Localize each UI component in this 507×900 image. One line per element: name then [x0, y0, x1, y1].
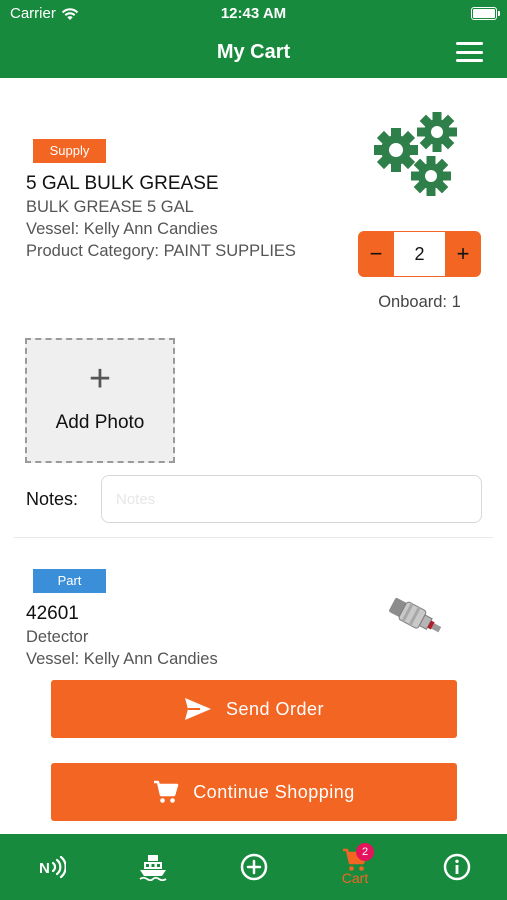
add-photo-button[interactable]: + Add Photo — [25, 338, 175, 463]
gears-icon — [374, 112, 457, 196]
quantity-stepper: − 2 + — [358, 231, 481, 277]
continue-shopping-button[interactable]: Continue Shopping — [51, 763, 457, 821]
increase-quantity-button[interactable]: + — [445, 231, 481, 277]
item-divider — [14, 537, 493, 538]
tab-nfc[interactable]: N — [22, 834, 82, 900]
tab-info[interactable] — [427, 834, 487, 900]
quantity-input[interactable]: 2 — [394, 231, 445, 277]
page-title: My Cart — [216, 41, 291, 63]
nav-bar: My Cart — [0, 28, 507, 78]
notes-field[interactable] — [101, 475, 482, 523]
cart-icon — [154, 780, 179, 803]
item-description: BULK GREASE 5 GAL — [26, 198, 194, 216]
status-time: 12:43 AM — [220, 5, 287, 22]
add-photo-plus-icon: + — [88, 358, 112, 400]
onboard-count: Onboard: 1 — [378, 293, 461, 311]
tab-add[interactable] — [224, 834, 284, 900]
continue-shopping-label: Continue Shopping — [193, 781, 355, 802]
item-vessel: Vessel: Kelly Ann Candies — [26, 650, 218, 668]
info-icon — [443, 853, 471, 881]
nfc-icon: N — [39, 855, 66, 879]
status-bar: Carrier 12:43 AM — [0, 0, 507, 28]
detector-sensor-icon — [389, 597, 442, 633]
tab-cart-label: Cart — [341, 870, 369, 886]
hamburger-menu-icon[interactable] — [456, 42, 483, 62]
notes-label: Notes: — [26, 489, 79, 509]
battery-icon — [471, 7, 500, 20]
send-order-button[interactable]: Send Order — [51, 680, 457, 738]
send-order-label: Send Order — [225, 698, 325, 719]
item-type-tag: Part — [33, 569, 106, 593]
svg-text:N: N — [39, 860, 50, 877]
add-photo-label: Add Photo — [55, 412, 145, 433]
item-type-tag: Supply — [33, 139, 106, 163]
item-title: 42601 — [26, 603, 79, 624]
item-description: Detector — [26, 628, 89, 646]
vessel-icon — [139, 855, 167, 881]
tab-cart[interactable]: Cart 2 — [325, 834, 385, 900]
cart-count-badge: 2 — [356, 843, 374, 861]
item-category: Product Category: PAINT SUPPLIES — [26, 242, 296, 260]
tab-bar: N Cart 2 — [0, 834, 507, 900]
add-circle-icon — [240, 853, 268, 881]
send-icon — [184, 698, 211, 720]
item-title: 5 GAL BULK GREASE — [26, 173, 219, 194]
decrease-quantity-button[interactable]: − — [358, 231, 394, 277]
tab-vessel[interactable] — [123, 834, 183, 900]
item-vessel: Vessel: Kelly Ann Candies — [26, 220, 218, 238]
